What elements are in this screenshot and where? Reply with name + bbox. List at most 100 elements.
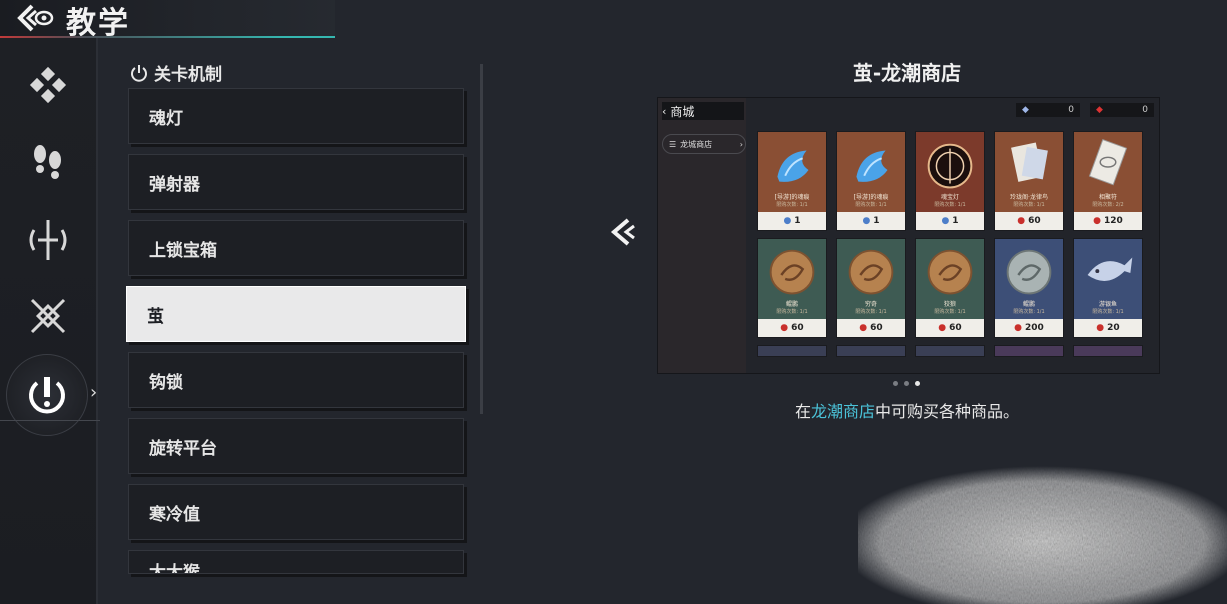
crystal-icon: ●	[862, 216, 871, 226]
section-title: 关卡机制	[154, 65, 222, 85]
ruby-icon: ●	[1014, 323, 1023, 333]
shop-card: 狡狼 限购次数: 1/1 ● 60	[915, 238, 985, 338]
shop-card: 穷奇 限购次数: 1/1 ● 60	[836, 238, 906, 338]
footprints-icon	[34, 145, 61, 179]
preview-shop-title: ‹ 商城	[662, 102, 744, 120]
card-limit: 限购次数: 1/1	[1013, 309, 1045, 315]
card-limit: 限购次数: 1/1	[855, 309, 887, 315]
rail-item-blades[interactable]	[22, 290, 74, 342]
page-indicator	[893, 381, 920, 386]
card-price: ● 20	[1074, 319, 1142, 337]
card-name: 鲲鹏	[1022, 301, 1035, 308]
card-name: 游银鱼	[1098, 301, 1117, 308]
card-price: ● 1	[758, 212, 826, 230]
rail-chevron-icon: ›	[90, 382, 98, 403]
currency-ruby: ◆ 0	[1090, 103, 1154, 117]
list-item-selected[interactable]: 茧	[126, 286, 466, 342]
ruby-icon: ●	[1096, 323, 1105, 333]
shop-card: [导游]的魂痕 限购次数: 1/1 ● 1	[757, 131, 827, 231]
header: 教学	[0, 0, 335, 41]
card-name: 魂宝灯	[940, 194, 959, 201]
page-dot[interactable]	[904, 381, 909, 386]
crystal-icon: ●	[941, 216, 950, 226]
shop-card: 玲珑阁·龙律鸟 限购次数: 1/1 ● 60	[994, 131, 1064, 231]
caption-highlight: 龙潮商店	[810, 402, 875, 421]
sword-icon	[29, 220, 67, 260]
card-limit: 限购次数: 1/1	[934, 202, 966, 208]
rail-item-sword[interactable]	[22, 214, 74, 266]
card-name: 鲲鹏	[785, 301, 798, 308]
shop-card-partial	[1073, 345, 1143, 357]
list-item[interactable]: 上锁宝箱	[128, 220, 464, 276]
ruby-icon: ●	[780, 323, 789, 333]
card-name: 狡狼	[943, 301, 956, 308]
detail-caption: 在龙潮商店中可购买各种商品。	[794, 402, 1020, 421]
prev-page-icon[interactable]	[606, 214, 642, 250]
ruby-icon: ●	[938, 323, 947, 333]
back-icon[interactable]	[16, 3, 56, 33]
crossed-blades-icon	[30, 298, 66, 334]
page-dot-active[interactable]	[915, 381, 920, 386]
shop-card: 魂宝灯 限购次数: 1/1 ● 1	[915, 131, 985, 231]
shop-card: [导游]的魂痕 限购次数: 1/1 ● 1	[836, 131, 906, 231]
crystal-icon: ◆	[1022, 105, 1029, 115]
ruby-icon: ◆	[1096, 105, 1103, 115]
detail-title: 茧-龙潮商店	[852, 61, 962, 85]
card-limit: 限购次数: 1/1	[1013, 202, 1045, 208]
list-item[interactable]: 弹射器	[128, 154, 464, 210]
card-price: ● 60	[837, 319, 905, 337]
shop-card-partial	[836, 345, 906, 357]
page-dot[interactable]	[893, 381, 898, 386]
preview-shop-tab: ☰ 龙城商店 ›	[662, 134, 746, 154]
shop-card: 相聚符 限购次数: 2/2 ● 120	[1073, 131, 1143, 231]
card-price: ● 120	[1074, 212, 1142, 230]
ruby-icon: ●	[859, 323, 868, 333]
list-item[interactable]: 钩锁	[128, 352, 464, 408]
card-limit: 限购次数: 2/2	[1092, 202, 1124, 208]
list-item-partial[interactable]: 大大猴	[128, 550, 464, 574]
card-name: [导游]的魂痕	[774, 194, 810, 201]
diamond-grid-icon	[29, 66, 67, 104]
shop-card: 游银鱼 限购次数: 1/1 ● 20	[1073, 238, 1143, 338]
section-header: 关卡机制	[130, 60, 222, 85]
card-name: 相聚符	[1098, 194, 1117, 201]
card-price: ● 60	[995, 212, 1063, 230]
card-name: 玲珑阁·龙律鸟	[1010, 194, 1048, 201]
rail-item-mechanism[interactable]	[6, 354, 88, 436]
card-name: [导游]的魂痕	[853, 194, 889, 201]
card-price: ● 1	[837, 212, 905, 230]
noise-watermark	[858, 466, 1227, 604]
list-item[interactable]: 魂灯	[128, 88, 464, 144]
shop-card-partial	[757, 345, 827, 357]
mechanism-icon	[29, 377, 65, 414]
shop-card: 鲲鹏 限购次数: 1/1 ● 200	[994, 238, 1064, 338]
card-price: ● 60	[916, 319, 984, 337]
preview-back-icon: ‹	[662, 104, 667, 118]
card-price: ● 60	[758, 319, 826, 337]
card-price: ● 1	[916, 212, 984, 230]
card-limit: 限购次数: 1/1	[776, 309, 808, 315]
list-item[interactable]: 旋转平台	[128, 418, 464, 474]
card-limit: 限购次数: 1/1	[1092, 309, 1124, 315]
card-limit: 限购次数: 1/1	[934, 309, 966, 315]
list-scrollbar[interactable]	[480, 64, 483, 414]
card-name: 穷奇	[864, 301, 877, 308]
crystal-icon: ●	[783, 216, 792, 226]
currency-crystal: ◆ 0	[1016, 103, 1080, 117]
sliders-icon: ☰	[669, 139, 677, 149]
ruby-icon: ●	[1017, 216, 1026, 226]
preview-chevron-icon: ›	[739, 139, 743, 149]
mechanism-small-icon	[131, 64, 147, 82]
rail-divider	[96, 38, 98, 604]
rail-separator	[0, 420, 100, 421]
card-limit: 限购次数: 1/1	[855, 202, 887, 208]
shop-preview-image: ‹ 商城 ☰ 龙城商店 › ◆ 0 ◆ 0 [导游]的魂痕 限购次数: 1/1 ● 1…	[657, 97, 1160, 374]
rail-item-footprints[interactable]	[22, 138, 74, 190]
shop-card-partial	[994, 345, 1064, 357]
shop-card-partial	[915, 345, 985, 357]
card-limit: 限购次数: 1/1	[776, 202, 808, 208]
list-item[interactable]: 寒冷值	[128, 484, 464, 540]
ruby-icon: ●	[1093, 216, 1102, 226]
rail-item-diamond[interactable]	[22, 62, 74, 114]
shop-card: 鲲鹏 限购次数: 1/1 ● 60	[757, 238, 827, 338]
